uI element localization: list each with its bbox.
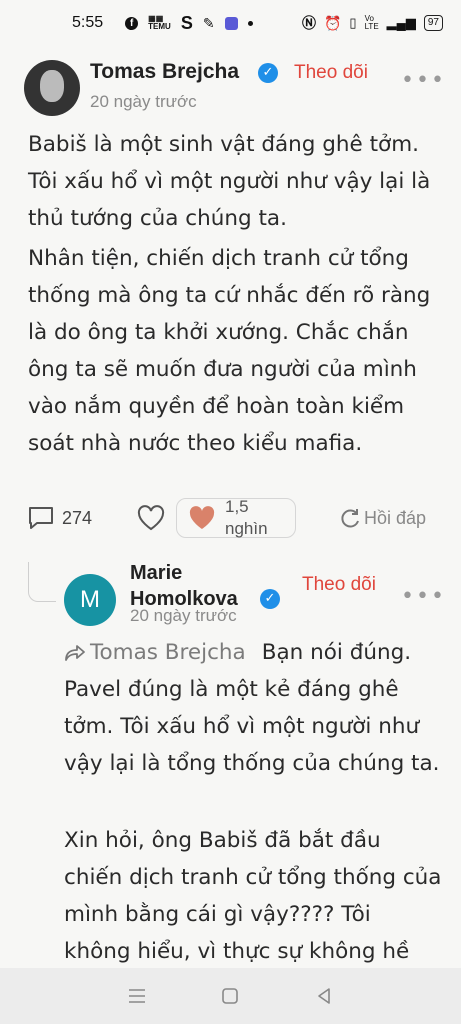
post-author[interactable]: Tomas Brejcha <box>90 60 239 84</box>
share-arrow-icon <box>65 645 85 661</box>
s-icon: S <box>180 12 193 33</box>
nfc-icon: Ⓝ <box>301 15 316 31</box>
reply-time: 20 ngày trước <box>130 606 237 625</box>
comments-count: 274 <box>62 507 93 528</box>
heart-outline-icon <box>137 505 165 531</box>
back-icon <box>318 988 330 1004</box>
status-time: 5:55 <box>72 14 104 31</box>
post-paragraph: Nhân tiện, chiến dịch tranh cử tổng thốn… <box>28 246 431 456</box>
temu-icon: ▦▦ TEMU <box>148 14 171 31</box>
reply-avatar[interactable]: M <box>64 574 116 626</box>
follow-button[interactable]: Theo dõi <box>294 62 368 84</box>
thread-line <box>28 562 56 602</box>
heart-icon <box>189 506 215 529</box>
reply-author-first: Marie <box>130 562 183 584</box>
verified-icon: ✓ <box>260 589 280 609</box>
reply-author[interactable]: Marie Homolkova <box>130 560 260 612</box>
gallery-icon: ✎ <box>202 14 215 31</box>
home-button[interactable] <box>216 982 244 1010</box>
system-icons: Ⓝ ⏰ ▯ Vo LTE ▂▄▆ 97 <box>302 13 443 33</box>
alarm-icon: ⏰ <box>323 14 342 31</box>
more-options-icon[interactable]: ••• <box>401 68 446 93</box>
reply-paragraph: Tomas Brejcha Bạn nói đúng. Pavel đúng là… <box>64 634 444 782</box>
back-button[interactable] <box>310 982 338 1010</box>
home-icon <box>222 988 239 1004</box>
reply-button[interactable]: Hồi đáp <box>338 506 426 530</box>
status-bar: 5:55 f ▦▦ TEMU S ✎ Ⓝ ⏰ ▯ Vo LTE ▂▄▆ 97 <box>0 0 461 46</box>
mention-name: Tomas Brejcha <box>90 640 246 665</box>
comment-button[interactable]: 274 <box>26 504 92 532</box>
mention-link[interactable]: Tomas Brejcha <box>64 640 246 665</box>
menu-icon <box>128 989 145 1003</box>
avatar[interactable] <box>24 60 80 116</box>
signal-icon: ▂▄▆ <box>386 15 416 30</box>
post-actions: 274 1,5 nghìn Hồi đáp <box>0 497 461 548</box>
follow-button[interactable]: Theo dõi <box>302 574 376 596</box>
app-icon <box>224 16 238 30</box>
more-options-icon[interactable]: ••• <box>401 584 446 609</box>
notification-icons: f ▦▦ TEMU S ✎ <box>125 12 253 34</box>
facebook-icon: f <box>125 16 139 30</box>
post-time: 20 ngày trước <box>90 92 197 111</box>
post-paragraph: Babiš là một sinh vật đáng ghê tởm. Tôi … <box>28 132 431 231</box>
volte-icon: Vo LTE <box>364 14 379 31</box>
navigation-bar <box>0 968 461 1024</box>
reactions-count: 1,5 nghìn <box>225 497 268 538</box>
verified-icon: ✓ <box>258 63 278 83</box>
comment-icon <box>29 507 53 529</box>
reply-paragraph: Xin hỏi, ông Babiš đã bắt đầu chiến dịch… <box>64 828 442 964</box>
reply-label: Hồi đáp <box>364 507 427 528</box>
dot-icon <box>247 20 253 26</box>
recent-apps-button[interactable] <box>123 982 151 1010</box>
like-button[interactable] <box>136 504 166 532</box>
reactions-pill[interactable]: 1,5 nghìn <box>176 497 296 538</box>
battery-icon: 97 <box>423 15 443 31</box>
vibrate-icon: ▯ <box>349 15 357 30</box>
reply-icon <box>341 509 359 528</box>
